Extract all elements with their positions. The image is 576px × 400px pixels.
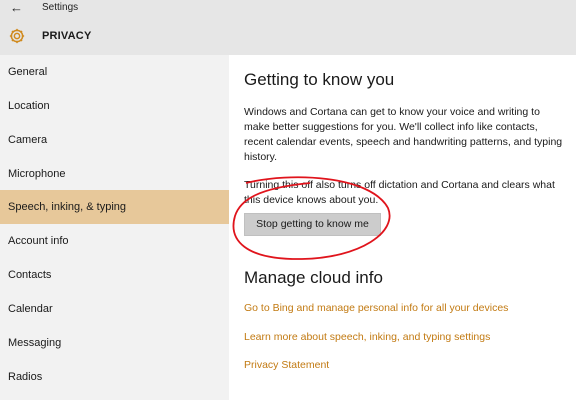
gear-icon: [9, 28, 25, 44]
main-content: Getting to know you Windows and Cortana …: [229, 55, 576, 400]
sidebar-item-account-info[interactable]: Account info: [0, 224, 229, 258]
section-note: Turning this off also turns off dictatio…: [244, 179, 555, 206]
back-arrow-icon[interactable]: ←: [10, 1, 26, 15]
sidebar-item-contacts[interactable]: Contacts: [0, 258, 229, 292]
page-header: PRIVACY: [0, 18, 576, 55]
sidebar-item-camera[interactable]: Camera: [0, 123, 229, 157]
sidebar-item-messaging[interactable]: Messaging: [0, 326, 229, 360]
section-description: Windows and Cortana can get to know your…: [244, 106, 563, 163]
sidebar: General Location Camera Microphone Speec…: [0, 55, 229, 400]
section-heading-manage-cloud-info: Manage cloud info: [244, 268, 383, 287]
learn-more-speech-inking-link[interactable]: Learn more about speech, inking, and typ…: [244, 331, 490, 343]
sidebar-item-speech-inking-typing[interactable]: Speech, inking, & typing: [0, 190, 229, 224]
bing-manage-personal-info-link[interactable]: Go to Bing and manage personal info for …: [244, 302, 508, 314]
stop-getting-to-know-me-button[interactable]: Stop getting to know me: [244, 213, 381, 236]
sidebar-item-location[interactable]: Location: [0, 89, 229, 123]
section-heading-getting-to-know-you: Getting to know you: [244, 70, 395, 89]
title-bar: ← Settings: [0, 0, 576, 18]
privacy-statement-link[interactable]: Privacy Statement: [244, 359, 329, 371]
page-title: PRIVACY: [42, 30, 92, 42]
sidebar-item-microphone[interactable]: Microphone: [0, 157, 229, 191]
sidebar-item-calendar[interactable]: Calendar: [0, 292, 229, 326]
sidebar-item-general[interactable]: General: [0, 55, 229, 89]
window-title: Settings: [42, 2, 79, 13]
sidebar-item-radios[interactable]: Radios: [0, 360, 229, 394]
